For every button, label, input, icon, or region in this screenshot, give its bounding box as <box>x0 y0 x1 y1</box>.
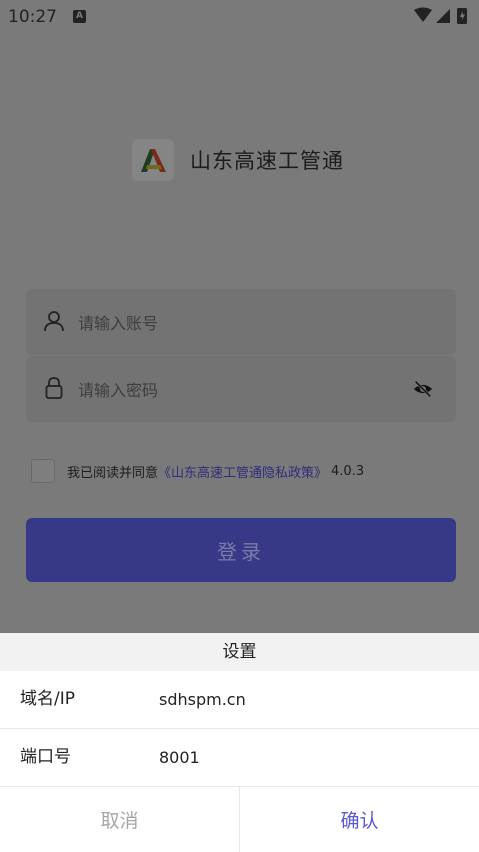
agree-checkbox[interactable] <box>31 459 55 483</box>
confirm-button[interactable]: 确认 <box>240 787 479 852</box>
domain-label: 域名/IP <box>20 689 75 709</box>
status-bar: 10:27 A <box>0 0 479 34</box>
privacy-policy-link[interactable]: 《山东高速工管通隐私政策》 <box>158 462 327 481</box>
app-header: 山东高速工管通 <box>132 138 344 182</box>
eye-off-icon[interactable] <box>412 378 434 400</box>
account-input[interactable] <box>76 289 410 357</box>
logo-icon <box>141 149 166 172</box>
domain-row: 域名/IP <box>0 671 479 729</box>
status-icons <box>413 6 475 31</box>
port-input[interactable] <box>159 729 459 786</box>
app-logo <box>132 139 174 181</box>
agreement-row: 我已阅读并同意 《山东高速工管通隐私政策》 4.0.3 <box>31 459 364 483</box>
settings-dialog: 设置 域名/IP 端口号 取消 确认 <box>0 633 479 852</box>
status-time: 10:27 <box>8 7 57 27</box>
notification-a-icon: A <box>73 10 86 23</box>
port-row: 端口号 <box>0 729 479 787</box>
lock-icon <box>45 377 63 399</box>
domain-input[interactable] <box>159 671 459 728</box>
wifi-signal-battery-icon <box>414 7 467 24</box>
account-field[interactable] <box>26 289 456 357</box>
password-field[interactable] <box>26 356 456 424</box>
version-label: 4.0.3 <box>331 463 365 479</box>
dialog-actions: 取消 确认 <box>0 787 479 852</box>
cancel-button[interactable]: 取消 <box>0 787 240 852</box>
dialog-title: 设置 <box>0 633 479 671</box>
app-title: 山东高速工管通 <box>190 149 344 173</box>
user-icon <box>44 311 64 332</box>
agree-text: 我已阅读并同意 <box>67 465 159 481</box>
port-label: 端口号 <box>20 747 71 767</box>
password-input[interactable] <box>76 356 410 424</box>
login-button[interactable]: 登录 <box>26 518 456 582</box>
